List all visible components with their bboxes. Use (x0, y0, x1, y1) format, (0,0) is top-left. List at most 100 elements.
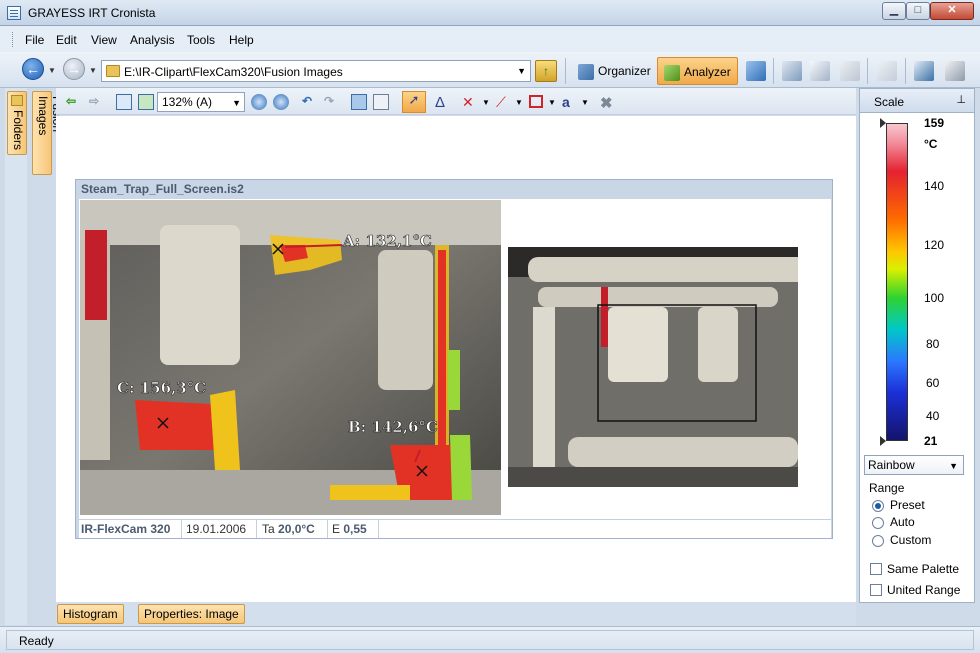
path-combobox[interactable]: E:\IR-Clipart\FlexCam320\Fusion Images ▼ (101, 60, 531, 82)
visual-image[interactable] (508, 247, 798, 487)
menu-help[interactable]: Help (229, 33, 254, 47)
forward-button[interactable]: → (63, 58, 85, 80)
united-range-checkbox[interactable] (870, 584, 882, 596)
paste-icon[interactable] (840, 61, 860, 81)
minimize-button[interactable]: ▁ (882, 2, 906, 20)
zoom-out-icon[interactable] (273, 94, 289, 110)
maximize-button[interactable]: □ (906, 2, 930, 20)
save-icon[interactable] (351, 94, 367, 110)
status-panel: Ready (6, 630, 974, 650)
back-history-dropdown[interactable]: ▼ (48, 66, 56, 75)
pointer-tool-icon[interactable]: ➚ (402, 91, 426, 113)
folders-icon (11, 95, 23, 106)
menu-file[interactable]: File (25, 33, 44, 47)
next-image-icon[interactable]: ⇨ (89, 94, 105, 110)
range-preset-label: Preset (890, 498, 925, 512)
image-filename: Steam_Trap_Full_Screen.is2 (81, 182, 244, 196)
tab-histogram[interactable]: Histogram (57, 604, 124, 624)
copy-icon[interactable] (810, 61, 830, 81)
folder-up-icon: ↑ (543, 64, 549, 78)
marker-a-label: A: 132,1°C (342, 232, 432, 250)
toolbar-separator (905, 58, 906, 84)
new-folder-icon[interactable] (877, 61, 897, 81)
max-handle[interactable] (880, 118, 886, 128)
scale-tick: 80 (926, 337, 940, 351)
undo-icon[interactable] (746, 61, 766, 81)
menu-analysis[interactable]: Analysis (130, 33, 175, 47)
window-title: GRAYESS IRT Cronista (28, 6, 156, 20)
separator (181, 520, 182, 538)
scale-max: 159 (924, 116, 945, 130)
palette-select[interactable]: Rainbow ▼ (864, 455, 964, 475)
range-custom-label: Custom (890, 533, 932, 547)
scale-title: Scale (874, 95, 905, 109)
tab-folders[interactable]: Folders (7, 91, 27, 155)
tab-fusion-images[interactable]: Fusion Images (32, 91, 64, 175)
min-handle[interactable] (880, 436, 886, 446)
menu-tools[interactable]: Tools (187, 33, 215, 47)
rotate-left-icon[interactable]: ↶ (302, 94, 318, 110)
color-palette-bar[interactable] (886, 123, 908, 441)
arrow-left-icon: ← (26, 61, 40, 77)
area-tool-icon[interactable] (529, 95, 543, 108)
close-button[interactable]: ✕ (930, 2, 974, 20)
toolbar-grip (12, 32, 15, 47)
delete-tool-icon[interactable]: ✖ (600, 94, 616, 112)
chevron-down-icon: ▼ (949, 461, 958, 471)
same-palette-checkbox[interactable] (870, 563, 882, 575)
menu-view[interactable]: View (91, 33, 117, 47)
menu-bar: File Edit View Analysis Tools Help (0, 26, 980, 52)
range-custom-radio[interactable] (872, 535, 884, 547)
camera-model: IR-FlexCam 320 (81, 522, 171, 536)
chevron-down-icon[interactable]: ▼ (581, 98, 597, 114)
image-info-bar: IR-FlexCam 320 19.01.2006 Ta 20,0°C E 0,… (79, 519, 831, 538)
chevron-down-icon: ▼ (232, 98, 241, 108)
pencil-icon (664, 64, 680, 81)
scale-tick: 140 (924, 179, 945, 193)
pin-icon[interactable]: ⊥ (956, 93, 966, 106)
delta-tool-icon[interactable]: Δ (435, 94, 451, 111)
tab-folders-label: Folders (11, 110, 25, 151)
range-auto-radio[interactable] (872, 517, 884, 529)
same-palette-label: Same Palette (887, 562, 960, 576)
previous-image-icon[interactable]: ⇦ (66, 94, 82, 110)
status-bar: Ready (0, 626, 980, 653)
zoom-select[interactable]: 132% (A) ▼ (157, 92, 245, 112)
rotate-right-icon[interactable]: ↷ (324, 94, 340, 110)
printer-icon[interactable] (945, 61, 965, 81)
cut-icon[interactable] (782, 61, 802, 81)
toolbar-separator (867, 58, 868, 84)
window-icon[interactable] (116, 94, 132, 110)
image-frame: Steam_Trap_Full_Screen.is2 A: 132,1°C B:… (75, 179, 833, 539)
menu-edit[interactable]: Edit (56, 33, 77, 47)
back-button[interactable]: ← (22, 58, 44, 80)
zoom-value: 132% (A) (162, 95, 213, 109)
spot-marker-icon[interactable]: ✕ (462, 94, 478, 110)
analyzer-label: Analyzer (684, 65, 731, 79)
folder-icon (106, 65, 120, 77)
palette-value: Rainbow (868, 458, 915, 472)
united-range-label: United Range (887, 583, 961, 597)
folder-up-button[interactable]: ↑ (535, 60, 557, 82)
app-icon (7, 6, 21, 20)
scale-panel: Scale ⊥ 159 °C 140 120 100 80 60 40 21 R… (859, 88, 975, 603)
text-tool-icon[interactable]: a (562, 94, 578, 110)
arrow-right-icon: → (67, 61, 81, 77)
path-text: E:\IR-Clipart\FlexCam320\Fusion Images (124, 65, 343, 79)
select-all-icon[interactable] (138, 94, 154, 110)
thermal-image[interactable]: A: 132,1°C B: 142,6°C C: 156,3°C (80, 200, 501, 515)
ambient-temp: Ta 20,0°C (262, 522, 315, 536)
analyzer-button[interactable]: Analyzer (657, 57, 738, 85)
line-tool-icon[interactable]: ⟋ (496, 94, 512, 110)
zoom-in-icon[interactable] (251, 94, 267, 110)
organizer-button[interactable]: Organizer (572, 57, 657, 85)
separator (327, 520, 328, 538)
layout-icon[interactable] (914, 61, 934, 81)
copy-image-icon[interactable] (373, 94, 389, 110)
scale-unit: °C (924, 137, 938, 151)
tab-properties-image[interactable]: Properties: Image (138, 604, 245, 624)
range-preset-radio[interactable] (872, 500, 884, 512)
forward-history-dropdown[interactable]: ▼ (89, 66, 97, 75)
range-title: Range (869, 481, 905, 495)
chevron-down-icon[interactable]: ▼ (517, 66, 526, 76)
